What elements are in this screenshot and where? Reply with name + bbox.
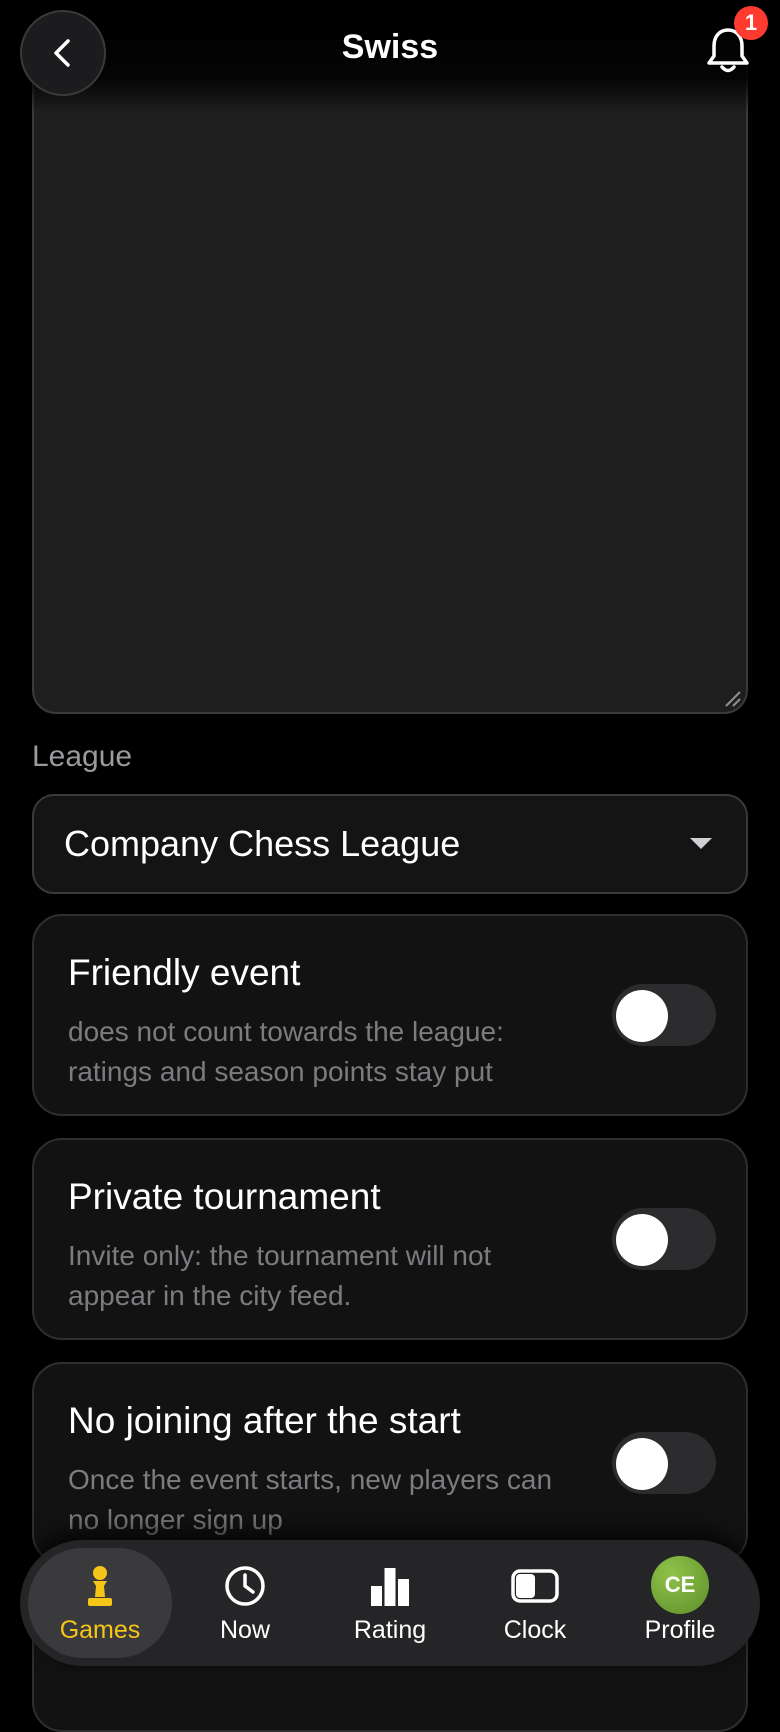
league-select-value: Company Chess League [64, 823, 461, 864]
league-label: League [32, 740, 133, 773]
friendly-event-toggle[interactable] [612, 984, 716, 1046]
option-card-private-tournament: Private tournament Invite only: the tour… [32, 1138, 748, 1340]
description-textarea[interactable] [32, 40, 748, 714]
nav-label: Rating [353, 1616, 427, 1644]
option-title: Friendly event [68, 952, 301, 993]
option-card-friendly-event: Friendly event does not count towards th… [32, 914, 748, 1116]
notification-badge: 1 [734, 6, 768, 40]
page-title: Swiss [341, 28, 439, 66]
option-title: No joining after the start [68, 1400, 461, 1441]
option-card-no-late-join: No joining after the start Once the even… [32, 1362, 748, 1564]
resize-grip-icon[interactable] [722, 688, 742, 708]
bottom-nav: Games Now Rating Clock CE Profile [20, 1540, 760, 1666]
bar-chart-icon [368, 1562, 412, 1610]
chess-clock-icon [511, 1562, 559, 1610]
caret-down-icon [690, 838, 712, 849]
nav-label: Games [59, 1616, 141, 1644]
nav-clock[interactable]: Clock [463, 1548, 607, 1658]
option-description: does not count towards the league: ratin… [68, 1016, 504, 1087]
clock-icon [223, 1562, 267, 1610]
nav-games[interactable]: Games [28, 1548, 172, 1658]
no-late-join-toggle[interactable] [612, 1432, 716, 1494]
nav-label: Now [219, 1616, 270, 1644]
option-description: Invite only: the tournament will not app… [68, 1240, 492, 1311]
option-description: Once the event starts, new players can n… [68, 1464, 553, 1535]
pawn-icon [82, 1562, 118, 1610]
toggle-knob [616, 990, 668, 1042]
nav-rating[interactable]: Rating [318, 1548, 462, 1658]
nav-label: Clock [503, 1616, 567, 1644]
private-tournament-toggle[interactable] [612, 1208, 716, 1270]
league-select[interactable]: Company Chess League [32, 794, 748, 894]
nav-now[interactable]: Now [173, 1548, 317, 1658]
option-title: Private tournament [68, 1176, 381, 1217]
toggle-knob [616, 1214, 668, 1266]
toggle-knob [616, 1438, 668, 1490]
nav-profile[interactable]: CE Profile [608, 1548, 752, 1658]
avatar: CE [651, 1556, 709, 1614]
nav-label: Profile [644, 1616, 716, 1644]
